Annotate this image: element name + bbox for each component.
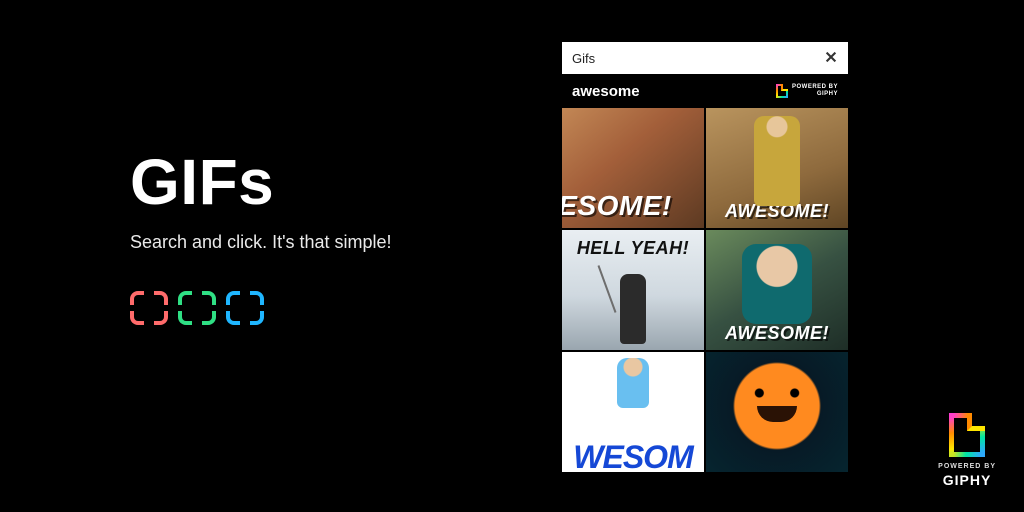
- bracket-icon: [178, 291, 216, 325]
- gif-caption: AWESOME!: [725, 201, 829, 222]
- gif-result[interactable]: ESOME!: [562, 108, 704, 228]
- gif-result[interactable]: WESOM: [562, 352, 704, 472]
- giphy-page-icon: [776, 84, 788, 98]
- bracket-trio: [130, 291, 490, 325]
- search-input[interactable]: awesome: [572, 83, 640, 100]
- gif-caption: AWESOME!: [725, 323, 829, 344]
- giphy-badge: POWERED BY GIPHY: [938, 413, 996, 488]
- giphy-badge-brand: GIPHY: [943, 472, 992, 488]
- gif-caption: WESOM: [573, 439, 692, 472]
- giphy-attribution-mini: POWERED BY GIPHY: [776, 84, 838, 98]
- gif-result[interactable]: [706, 352, 848, 472]
- bracket-icon: [226, 291, 264, 325]
- gif-caption: HELL YEAH!: [577, 238, 689, 259]
- gif-caption: ESOME!: [562, 190, 672, 222]
- gif-picker-panel: Gifs awesome POWERED BY GIPHY ESOME! AWE…: [562, 42, 848, 502]
- giphy-badge-prefix: POWERED BY: [938, 463, 996, 470]
- hero-headline: GIFs: [130, 150, 490, 214]
- bracket-icon: [130, 291, 168, 325]
- gif-result[interactable]: AWESOME!: [706, 108, 848, 228]
- panel-title: Gifs: [572, 51, 595, 66]
- close-icon[interactable]: [824, 50, 838, 67]
- gif-results-grid: ESOME! AWESOME! HELL YEAH! AWESOME! WESO…: [562, 108, 848, 502]
- hero-subhead: Search and click. It's that simple!: [130, 232, 490, 253]
- giphy-page-icon: [949, 413, 985, 457]
- gif-result[interactable]: HELL YEAH!: [562, 230, 704, 350]
- gif-result[interactable]: AWESOME!: [706, 230, 848, 350]
